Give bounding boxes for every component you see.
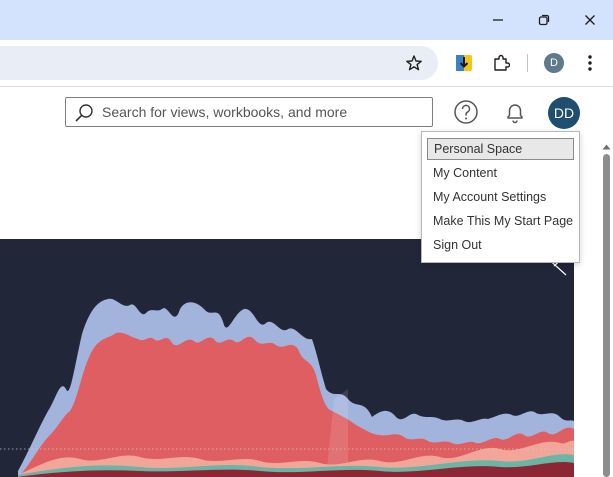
search-icon xyxy=(74,103,94,123)
menu-item-my-account-settings[interactable]: My Account Settings xyxy=(427,186,574,208)
close-icon[interactable] xyxy=(578,8,602,32)
menu-item-sign-out[interactable]: Sign Out xyxy=(427,234,574,256)
restore-icon[interactable] xyxy=(532,8,556,32)
browser-toolbar: D xyxy=(0,40,613,87)
menu-item-my-content[interactable]: My Content xyxy=(427,162,574,184)
scroll-up-arrow-icon[interactable] xyxy=(600,142,613,152)
bell-icon[interactable] xyxy=(502,99,528,125)
user-menu: Personal Space My Content My Account Set… xyxy=(421,131,580,263)
search-input[interactable] xyxy=(102,101,422,123)
help-circle-icon[interactable] xyxy=(453,99,479,125)
avatar[interactable]: DD xyxy=(548,97,580,129)
menu-item-personal-space[interactable]: Personal Space xyxy=(427,138,574,160)
scrollbar-thumb[interactable] xyxy=(603,154,610,477)
viz-canvas xyxy=(0,239,574,477)
menu-item-make-start-page[interactable]: Make This My Start Page xyxy=(427,210,574,232)
address-bar[interactable] xyxy=(0,46,438,80)
browser-menu-icon[interactable] xyxy=(577,50,603,76)
profile-initial: D xyxy=(544,53,564,73)
bookmark-star-icon[interactable] xyxy=(401,50,427,76)
extensions-puzzle-icon[interactable] xyxy=(488,50,514,76)
toolbar-separator xyxy=(527,54,528,72)
search-box[interactable] xyxy=(65,97,433,127)
download-extension-icon[interactable] xyxy=(451,50,477,76)
browser-title-bar xyxy=(0,0,613,40)
minimize-icon[interactable] xyxy=(486,8,510,32)
browser-profile-button[interactable]: D xyxy=(541,50,567,76)
